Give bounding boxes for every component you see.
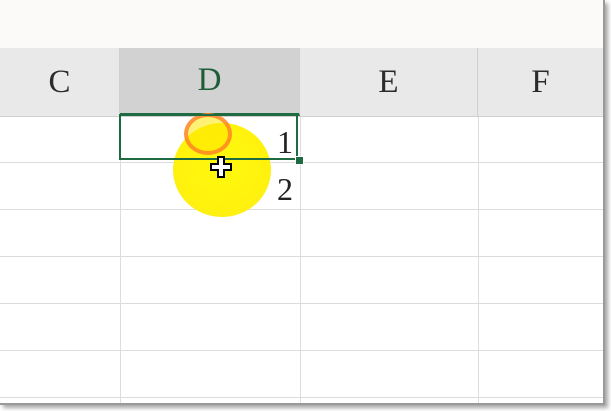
cell-d2-value[interactable]: 2	[253, 171, 293, 208]
spreadsheet-window: C D E F 1 2	[0, 0, 605, 405]
column-header-c[interactable]: C	[0, 48, 120, 116]
column-header-d-label: D	[197, 62, 222, 98]
column-header-row: C D E F	[0, 48, 603, 117]
row-divider	[0, 397, 603, 398]
cell-d1-value[interactable]: 1	[253, 124, 293, 161]
cross-cursor-icon	[210, 156, 232, 178]
column-header-d[interactable]: D	[120, 48, 300, 116]
column-header-c-label: C	[48, 63, 71, 100]
column-header-f[interactable]: F	[478, 48, 603, 116]
row-divider	[0, 350, 603, 351]
row-divider	[0, 209, 603, 210]
fill-handle[interactable]	[295, 156, 304, 165]
row-divider	[0, 303, 603, 304]
column-header-e-label: E	[378, 63, 399, 100]
column-divider	[478, 117, 479, 403]
row-divider	[0, 256, 603, 257]
toolbar-area	[0, 0, 603, 49]
column-header-e[interactable]: E	[300, 48, 478, 116]
column-header-f-label: F	[531, 63, 550, 100]
